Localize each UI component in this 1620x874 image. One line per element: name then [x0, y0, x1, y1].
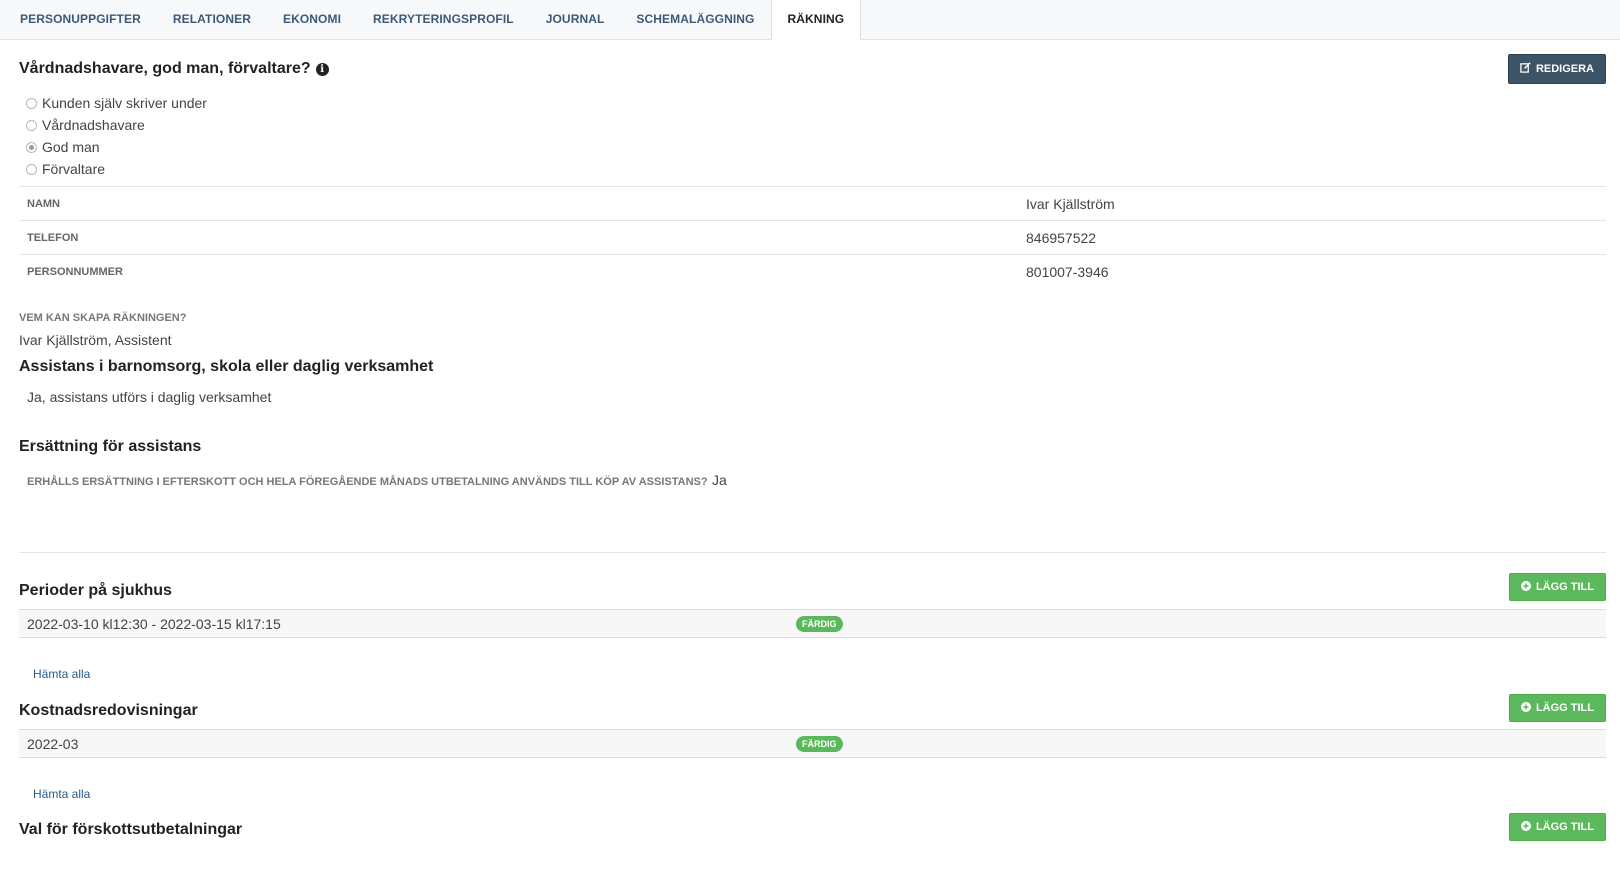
plus-circle-icon — [1520, 580, 1531, 594]
add-cost-report-button[interactable]: LÄGG TILL — [1508, 694, 1606, 722]
row-value: 801007-3946 — [1025, 254, 1606, 288]
radio-button[interactable] — [26, 119, 37, 131]
add-button-label: LÄGG TILL — [1535, 702, 1594, 714]
advance-header: Val för förskottsutbetalningar LÄGG TILL — [19, 813, 1606, 841]
tab-journal[interactable]: JOURNAL — [530, 0, 621, 39]
invoice-creator-value: Ivar Kjällström, Assistent — [19, 332, 172, 348]
guardian-title: Vårdnadshavare, god man, förvaltare? — [19, 60, 311, 77]
assistance-title: Assistans i barnomsorg, skola eller dagl… — [19, 358, 434, 375]
radio-button[interactable] — [26, 97, 37, 109]
add-button-label: LÄGG TILL — [1535, 581, 1594, 593]
table-row: TELEFON 846957522 — [19, 220, 1606, 255]
radio-option-god-man[interactable]: God man — [19, 136, 1606, 158]
tab-personuppgifter[interactable]: PERSONUPPGIFTER — [4, 0, 157, 39]
row-label: PERSONNUMMER — [19, 254, 1025, 288]
radio-option-administrator[interactable]: Förvaltare — [19, 158, 1606, 180]
compensation-question: ERHÅLLS ERSÄTTNING I EFTERSKOTT OCH HELA… — [27, 476, 708, 488]
advance-title: Val för förskottsutbetalningar — [19, 820, 243, 838]
compensation-title: Ersättning för assistans — [19, 438, 202, 455]
radio-button[interactable] — [26, 163, 37, 175]
list-item[interactable]: 2022-03-10 kl12:30 - 2022-03-15 kl17:15 … — [19, 609, 1606, 638]
assistance-value: Ja, assistans utförs i daglig verksamhet — [27, 389, 272, 405]
add-advance-button[interactable]: LÄGG TILL — [1508, 813, 1606, 841]
table-row: NAMN Ivar Kjällström — [19, 186, 1606, 221]
radio-button-selected[interactable] — [26, 141, 37, 153]
invoice-creator-label: VEM KAN SKAPA RÄKNINGEN? — [19, 312, 187, 324]
tab-ekonomi[interactable]: EKONOMI — [267, 0, 357, 39]
radio-option-customer[interactable]: Kunden själv skriver under — [19, 92, 1606, 114]
row-label: NAMN — [19, 186, 1025, 221]
plus-circle-icon — [1520, 820, 1531, 834]
tab-relationer[interactable]: RELATIONER — [157, 0, 267, 39]
fetch-all-hospital-link[interactable]: Hämta alla — [33, 667, 90, 681]
plus-circle-icon — [1520, 701, 1531, 715]
tab-schemalaggning[interactable]: SCHEMALÄGGNING — [620, 0, 770, 39]
guardian-info-table: NAMN Ivar Kjällström TELEFON 846957522 P… — [19, 186, 1606, 288]
radio-label: Kunden själv skriver under — [42, 95, 207, 111]
add-button-label: LÄGG TILL — [1535, 821, 1594, 833]
radio-option-guardian[interactable]: Vårdnadshavare — [19, 114, 1606, 136]
tab-rekryteringsprofil[interactable]: REKRYTERINGSPROFIL — [357, 0, 530, 39]
table-row: PERSONNUMMER 801007-3946 — [19, 254, 1606, 288]
compensation-row: ERHÅLLS ERSÄTTNING I EFTERSKOTT OCH HELA… — [19, 472, 1606, 490]
edit-button[interactable]: REDIGERA — [1507, 54, 1606, 84]
hospital-period: 2022-03-10 kl12:30 - 2022-03-15 kl17:15 — [27, 615, 281, 632]
guardian-header: Vårdnadshavare, god man, förvaltare? i R… — [19, 54, 1606, 84]
divider — [19, 552, 1606, 553]
status-badge: FÄRDIG — [796, 615, 843, 632]
list-item[interactable]: 2022-03 FÄRDIG — [19, 729, 1606, 758]
add-hospital-period-button[interactable]: LÄGG TILL — [1508, 573, 1606, 601]
hospital-header: Perioder på sjukhus LÄGG TILL — [19, 573, 1606, 601]
cost-period: 2022-03 — [27, 735, 79, 752]
row-value: 846957522 — [1025, 220, 1606, 255]
edit-icon — [1520, 62, 1531, 76]
info-icon[interactable]: i — [315, 62, 329, 76]
row-label: TELEFON — [19, 220, 1025, 255]
status-badge: FÄRDIG — [796, 735, 843, 752]
edit-button-label: REDIGERA — [1535, 63, 1594, 75]
main-content: Vårdnadshavare, god man, förvaltare? i R… — [0, 54, 1620, 841]
fetch-all-costs-link[interactable]: Hämta alla — [33, 787, 90, 801]
tab-bar: PERSONUPPGIFTER RELATIONER EKONOMI REKRY… — [0, 0, 1620, 40]
radio-label: God man — [42, 139, 100, 155]
costs-header: Kostnadsredovisningar LÄGG TILL — [19, 694, 1606, 722]
radio-label: Förvaltare — [42, 161, 106, 177]
compensation-answer: Ja — [712, 472, 727, 488]
hospital-title: Perioder på sjukhus — [19, 582, 172, 599]
radio-label: Vårdnadshavare — [42, 117, 145, 133]
row-value: Ivar Kjällström — [1025, 186, 1606, 221]
costs-title: Kostnadsredovisningar — [19, 701, 198, 719]
guardian-options: Kunden själv skriver under Vårdnadshavar… — [19, 92, 1606, 180]
tab-rakning[interactable]: RÄKNING — [770, 0, 862, 40]
invoice-creator: VEM KAN SKAPA RÄKNINGEN? Ivar Kjällström… — [19, 312, 1606, 348]
